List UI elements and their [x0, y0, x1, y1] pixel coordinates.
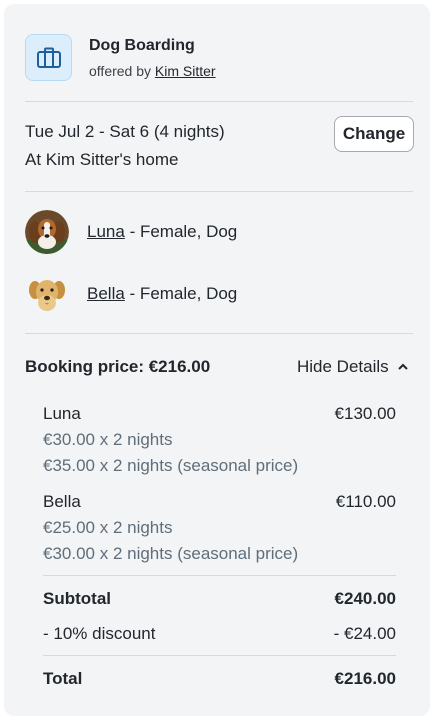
- divider: [25, 191, 413, 192]
- line-item-luna: Luna €130.00: [43, 400, 396, 426]
- subtotal-label: Subtotal: [43, 589, 111, 608]
- stay-location: At Kim Sitter's home: [25, 150, 179, 169]
- pet-link-luna[interactable]: Luna: [87, 222, 125, 241]
- total-label: Total: [43, 669, 83, 688]
- pet-avatar-bella: [25, 272, 69, 316]
- discount-row: - 10% discount - €24.00: [43, 620, 396, 646]
- booking-summary-card: Dog Boarding offered by Kim Sitter Tue J…: [4, 4, 430, 716]
- pet-info-bella: Bella - Female, Dog: [87, 284, 237, 304]
- rate-line-text: €25.00 x 2 nights: [43, 518, 173, 537]
- service-title: Dog Boarding: [89, 37, 195, 54]
- chevron-up-icon: [397, 357, 409, 377]
- pet-info-luna: Luna - Female, Dog: [87, 222, 237, 242]
- sitter-link[interactable]: Kim Sitter: [155, 63, 216, 79]
- line-item-pet: Luna: [43, 404, 81, 423]
- briefcase-icon: [25, 34, 72, 81]
- divider: [25, 101, 413, 102]
- divider: [25, 333, 413, 334]
- subtotal-row: Subtotal €240.00: [43, 585, 396, 611]
- hide-details-toggle[interactable]: Hide Details: [297, 357, 409, 377]
- subtotal-value: €240.00: [334, 589, 396, 608]
- pet-row-luna: Luna - Female, Dog: [25, 210, 410, 254]
- total-row: Total €216.00: [43, 665, 396, 691]
- total-value: €216.00: [334, 669, 396, 688]
- rate-line: €25.00 x 2 nights: [43, 514, 396, 540]
- booking-price: Booking price: €216.00: [25, 357, 211, 376]
- date-range: Tue Jul 2 - Sat 6 (4 nights): [25, 122, 225, 141]
- divider: [43, 655, 396, 656]
- price-breakdown: Luna €130.00 €30.00 x 2 nights €35.00 x …: [43, 400, 396, 691]
- pet-row-bella: Bella - Female, Dog: [25, 272, 410, 316]
- change-dates-button[interactable]: Change: [334, 116, 414, 152]
- hide-details-label: Hide Details: [297, 357, 389, 376]
- pet-details: - Female, Dog: [129, 222, 238, 241]
- rate-line: €35.00 x 2 nights (seasonal price): [43, 452, 396, 478]
- service-offered-by: offered by Kim Sitter: [89, 63, 216, 79]
- offered-by-prefix: offered by: [89, 63, 152, 79]
- pet-link-bella[interactable]: Bella: [87, 284, 125, 303]
- line-item-bella: Bella €110.00: [43, 488, 396, 514]
- line-item-amount: €130.00: [334, 404, 396, 423]
- rate-line-text: €35.00 x 2 nights (seasonal price): [43, 456, 299, 475]
- discount-label: - 10% discount: [43, 624, 156, 643]
- rate-line: €30.00 x 2 nights: [43, 426, 396, 452]
- pet-avatar-luna: [25, 210, 69, 254]
- line-item-amount: €110.00: [335, 492, 396, 511]
- discount-value: - €24.00: [333, 624, 396, 643]
- line-item-pet: Bella: [43, 492, 81, 511]
- rate-line: €30.00 x 2 nights (seasonal price): [43, 540, 396, 566]
- divider: [43, 575, 396, 576]
- service-header: Dog Boarding offered by Kim Sitter: [25, 34, 410, 86]
- rate-line-text: €30.00 x 2 nights: [43, 430, 173, 449]
- pet-details: - Female, Dog: [129, 284, 238, 303]
- rate-line-text: €30.00 x 2 nights (seasonal price): [43, 544, 299, 563]
